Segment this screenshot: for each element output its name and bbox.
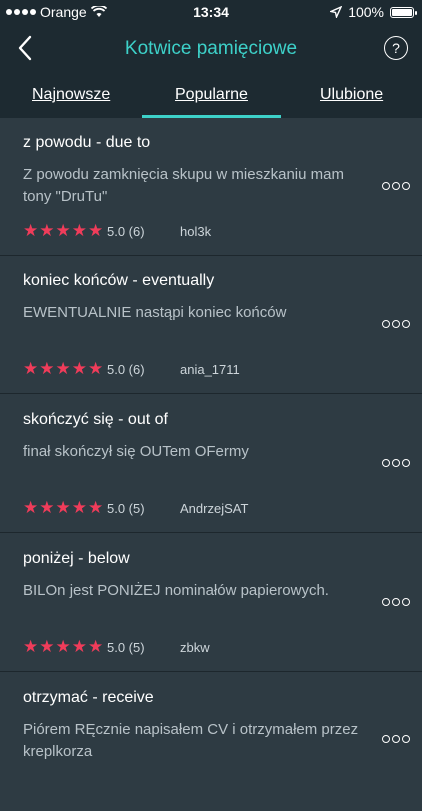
item-author[interactable]: hol3k [180,224,211,239]
list-item[interactable]: skończyć się - out of finał skończył się… [0,395,422,533]
tab-najnowsze[interactable]: Najnowsze [32,86,110,104]
star-icon: ★ [71,498,87,517]
app-header: Orange 13:34 100% Kotwice pamięciowe ? N… [0,0,422,118]
rating-stars: ★ ★ ★ ★ ★ [23,638,103,656]
location-icon [330,6,343,18]
star-icon: ★ [39,221,55,240]
item-title: otrzymać - receive [23,689,154,706]
rating-value: 5.0 (6) [107,224,145,239]
star-icon: ★ [71,637,87,656]
star-icon: ★ [71,221,87,240]
rating-stars: ★ ★ ★ ★ ★ [23,499,103,517]
star-icon: ★ [23,359,39,378]
rating-value: 5.0 (5) [107,640,145,655]
more-options-icon[interactable] [382,182,410,190]
tab-ulubione[interactable]: Ulubione [320,86,383,104]
item-body: Z powodu zamknięcia skupu w mieszkaniu m… [23,166,344,205]
help-button[interactable]: ? [384,36,408,60]
star-icon: ★ [55,221,71,240]
star-icon: ★ [55,498,71,517]
star-icon: ★ [39,359,55,378]
star-icon: ★ [71,359,87,378]
item-author[interactable]: zbkw [180,640,210,655]
rating-value: 5.0 (5) [107,501,145,516]
list-item[interactable]: z powodu - due to Z powodu zamknięcia sk… [0,118,422,256]
item-body: Piórem RĘcznie napisałem CV i otrzymałem… [23,721,359,760]
list-item[interactable]: poniżej - below BILOn jest PONIŻEJ nomin… [0,534,422,672]
more-options-icon[interactable] [382,735,410,743]
star-icon: ★ [88,498,104,517]
star-icon: ★ [88,221,104,240]
item-title: poniżej - below [23,550,130,567]
page-title: Kotwice pamięciowe [124,38,298,59]
more-options-icon[interactable] [382,459,410,467]
rating-value: 5.0 (6) [107,362,145,377]
item-title: z powodu - due to [23,134,151,151]
star-icon: ★ [55,359,71,378]
more-options-icon[interactable] [382,598,410,606]
star-icon: ★ [39,498,55,517]
star-icon: ★ [88,359,104,378]
item-body: finał skończył się OUTem OFermy [23,443,249,460]
star-icon: ★ [23,221,39,240]
status-bar: Orange 13:34 100% [0,0,422,24]
item-author[interactable]: AndrzejSAT [180,501,248,516]
rating-stars: ★ ★ ★ ★ ★ [23,222,103,240]
star-icon: ★ [23,498,39,517]
star-icon: ★ [88,637,104,656]
item-body: BILOn jest PONIŻEJ nominałów papierowych… [23,582,329,599]
item-title: koniec końców - eventually [23,272,215,289]
star-icon: ★ [39,637,55,656]
tab-popularne[interactable]: Popularne [175,86,248,104]
status-right: 100% [330,4,417,20]
item-title: skończyć się - out of [23,411,168,428]
item-body: EWENTUALNIE nastąpi koniec końców [23,304,287,321]
item-author[interactable]: ania_1711 [180,362,240,377]
battery-icon [390,6,417,18]
tab-bar: Najnowsze Popularne Ulubione [0,78,422,118]
star-icon: ★ [55,637,71,656]
battery-percent: 100% [348,4,384,20]
rating-stars: ★ ★ ★ ★ ★ [23,360,103,378]
star-icon: ★ [23,637,39,656]
list-item[interactable]: koniec końców - eventually EWENTUALNIE n… [0,256,422,394]
more-options-icon[interactable] [382,320,410,328]
list-item[interactable]: otrzymać - receive Piórem RĘcznie napisa… [0,673,422,811]
navigation-bar: Kotwice pamięciowe ? [0,28,422,68]
